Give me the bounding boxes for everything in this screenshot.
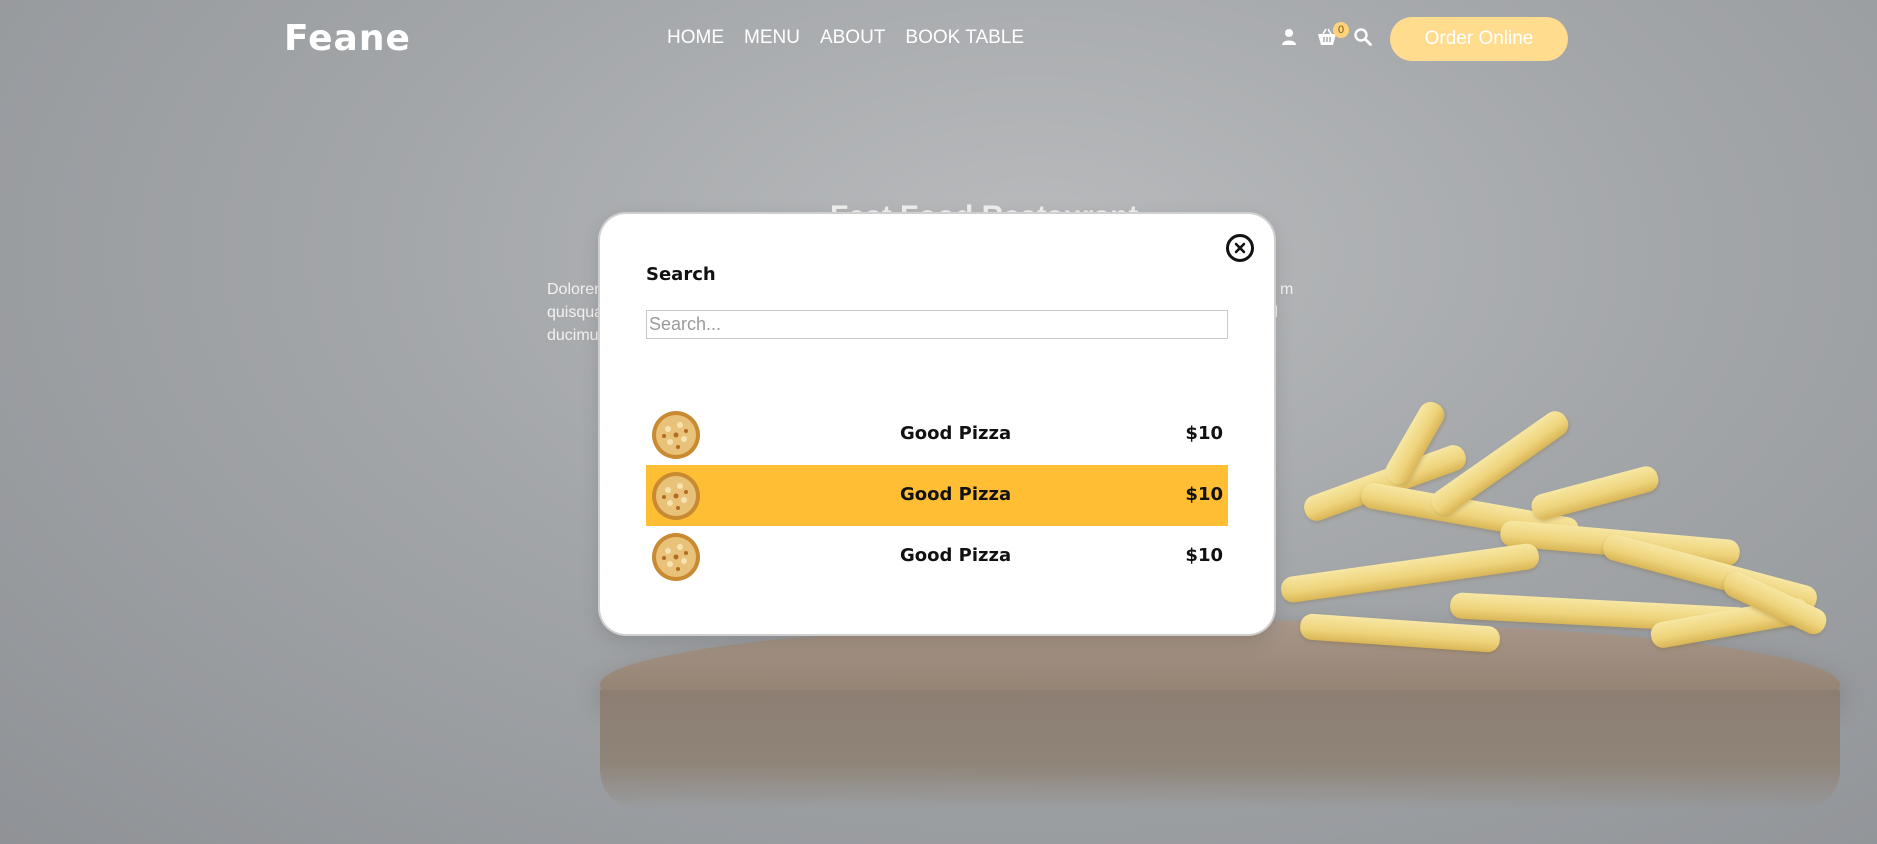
pizza-thumbnail xyxy=(652,411,700,459)
result-item[interactable]: Good Pizza $10 xyxy=(646,404,1228,465)
result-name: Good Pizza xyxy=(900,545,1012,566)
result-item-highlighted[interactable]: Good Pizza $10 xyxy=(646,465,1228,526)
modal-title: Search xyxy=(646,264,716,285)
site-header: Feane HOME MENU ABOUT BOOK TABLE 0 Order… xyxy=(0,0,1877,80)
search-results: Good Pizza $10 Good Pizza $10 Good Pizza… xyxy=(646,404,1228,587)
pizza-thumbnail xyxy=(652,472,700,520)
user-icon[interactable] xyxy=(1281,28,1297,50)
site-logo[interactable]: Feane xyxy=(284,18,411,59)
nav-home[interactable]: HOME xyxy=(667,27,724,49)
nav-book-table[interactable]: BOOK TABLE xyxy=(905,27,1024,49)
cart-count-badge: 0 xyxy=(1333,22,1349,38)
result-name: Good Pizza xyxy=(900,484,1012,505)
wooden-board-edge xyxy=(600,690,1840,810)
close-modal-button[interactable] xyxy=(1226,234,1254,262)
result-name: Good Pizza xyxy=(900,423,1012,444)
main-nav: HOME MENU ABOUT BOOK TABLE xyxy=(667,27,1044,49)
order-online-button[interactable]: Order Online xyxy=(1390,17,1568,61)
result-price: $10 xyxy=(1185,423,1223,444)
nav-about[interactable]: ABOUT xyxy=(820,27,885,49)
result-price: $10 xyxy=(1185,484,1223,505)
search-input[interactable] xyxy=(646,310,1228,339)
result-price: $10 xyxy=(1185,545,1223,566)
close-icon xyxy=(1234,242,1246,254)
search-modal: Search Good Pizza $10 Go xyxy=(600,214,1274,634)
search-icon[interactable] xyxy=(1354,28,1372,50)
pizza-thumbnail xyxy=(652,533,700,581)
result-item[interactable]: Good Pizza $10 xyxy=(646,526,1228,587)
nav-menu[interactable]: MENU xyxy=(744,27,800,49)
